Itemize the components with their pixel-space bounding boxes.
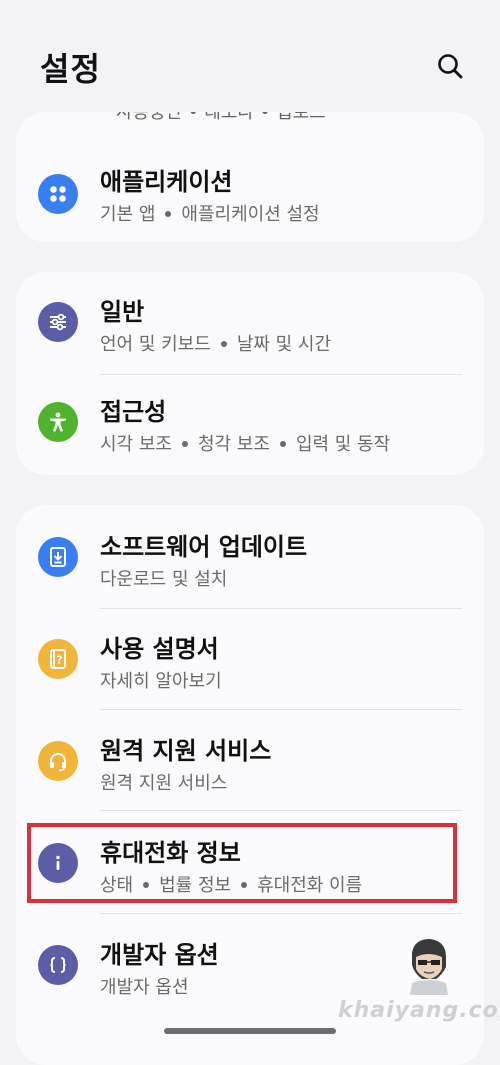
download-icon xyxy=(38,537,78,577)
settings-item-label: 접근성 xyxy=(100,398,167,426)
highlight-box xyxy=(27,823,457,903)
developer-braces-icon xyxy=(38,945,78,985)
headset-icon xyxy=(38,741,78,781)
settings-item-user-manual[interactable]: ? 사용 설명서 자세히 알아보기 xyxy=(16,627,484,709)
settings-item-subtitle: 원격 지원 서비스 xyxy=(100,773,228,794)
divider xyxy=(100,374,462,375)
apps-icon xyxy=(38,174,78,214)
sliders-icon xyxy=(38,302,78,342)
settings-item-subtitle: 다운로드 및 설치 xyxy=(100,569,228,590)
settings-group-apps: 사용중단 • 데모다 • 법로드 애플리케이션 기본 앱 애플리케이션 설정 xyxy=(16,112,484,242)
settings-item-label: 개발자 옵션 xyxy=(100,941,219,969)
search-icon[interactable] xyxy=(436,52,464,80)
divider xyxy=(100,913,462,914)
watermark-face-icon xyxy=(410,939,448,995)
settings-item-accessibility[interactable]: 접근성 시각 보조 청각 보조 입력 및 동작 xyxy=(16,390,484,472)
svg-text:?: ? xyxy=(56,654,62,667)
settings-item-label: 사용 설명서 xyxy=(100,635,219,663)
settings-item-subtitle: 자세히 알아보기 xyxy=(100,671,222,692)
settings-item-subtitle: 기본 앱 애플리케이션 설정 xyxy=(100,204,320,225)
settings-item-general[interactable]: 일반 언어 및 키보드 날짜 및 시간 xyxy=(16,290,484,372)
settings-item-remote-support[interactable]: 원격 지원 서비스 원격 지원 서비스 xyxy=(16,729,484,811)
settings-item-apps[interactable]: 애플리케이션 기본 앱 애플리케이션 설정 xyxy=(16,150,484,230)
settings-item-subtitle: 시각 보조 청각 보조 입력 및 동작 xyxy=(100,434,391,455)
settings-item-label: 애플리케이션 xyxy=(100,168,233,196)
settings-item-label: 일반 xyxy=(100,298,145,326)
accessibility-icon xyxy=(38,402,78,442)
divider xyxy=(100,810,462,811)
header: 설정 xyxy=(0,0,500,112)
scrolled-item-subtitle: 사용중단 • 데모다 • 법로드 xyxy=(116,112,326,123)
navigation-handle[interactable] xyxy=(164,1028,336,1034)
page-title: 설정 xyxy=(40,50,101,88)
settings-item-software-update[interactable]: 소프트웨어 업데이트 다운로드 및 설치 xyxy=(16,525,484,607)
settings-group-general: 일반 언어 및 키보드 날짜 및 시간 접근성 시각 보조 청각 보조 입력 및 동작 xyxy=(16,272,484,475)
divider xyxy=(100,608,462,609)
settings-item-label: 원격 지원 서비스 xyxy=(100,737,272,765)
divider xyxy=(100,709,462,710)
settings-item-label: 소프트웨어 업데이트 xyxy=(100,533,308,561)
settings-item-subtitle: 언어 및 키보드 날짜 및 시간 xyxy=(100,334,332,355)
watermark-text: khaiyang.com xyxy=(338,998,500,1023)
manual-icon: ? xyxy=(38,639,78,679)
settings-item-subtitle: 개발자 옵션 xyxy=(100,977,189,998)
